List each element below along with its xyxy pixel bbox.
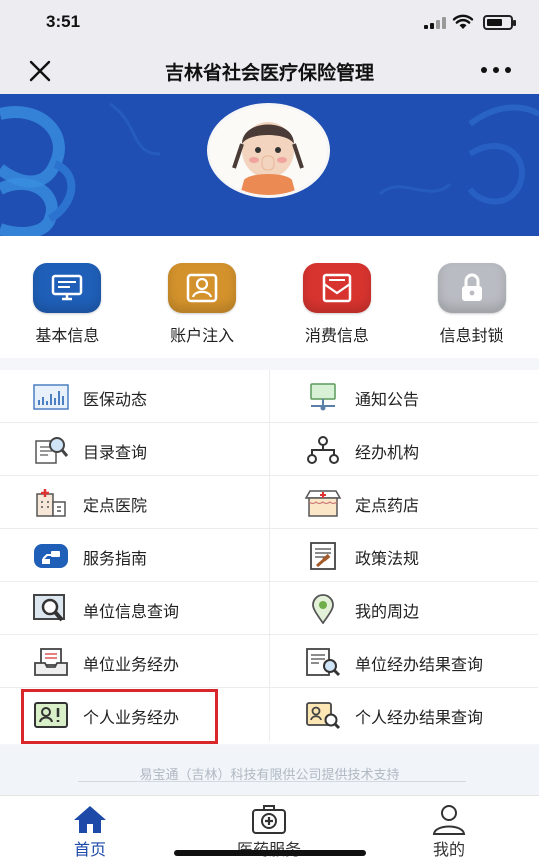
document-search-icon (32, 435, 70, 465)
menu-item-label: 单位经办结果查询 (355, 655, 484, 674)
tab-label: 首页 (73, 840, 106, 859)
footer: 易宝通（吉林）科技有限供公司提供技术支持 (0, 746, 539, 794)
bar-chart-icon (32, 382, 70, 412)
document-magnifier-icon (304, 647, 342, 677)
menu-item-agencies[interactable]: 经办机构 (269, 423, 538, 476)
menu-item-unit-result-search[interactable]: 单位经办结果查询 (269, 635, 538, 688)
menu-item-service-guide[interactable]: 服务指南 (0, 529, 269, 582)
person-search-icon (304, 700, 342, 730)
wifi-icon (452, 14, 474, 29)
user-icon (432, 805, 466, 835)
menu-item-personal-result-search[interactable]: 个人经办结果查询 (269, 688, 538, 741)
signal-icon (424, 17, 446, 29)
quick-action-label: 账户注入 (170, 326, 235, 345)
more-options-icon[interactable] (481, 60, 515, 80)
menu-item-label: 政策法规 (355, 549, 420, 568)
avatar[interactable] (207, 103, 330, 198)
menu-item-nearby[interactable]: 我的周边 (269, 582, 538, 635)
menu-item-label: 目录查询 (83, 443, 148, 462)
menu-item-notices[interactable]: 通知公告 (269, 370, 538, 423)
notice-board-icon (304, 382, 342, 412)
quick-action-basic-info[interactable]: 基本信息 (0, 236, 135, 358)
footer-divider (78, 781, 466, 782)
location-pin-icon (304, 594, 342, 624)
quick-action-label: 消费信息 (304, 326, 369, 345)
lock-icon (437, 263, 506, 313)
home-icon (74, 806, 106, 833)
menu-item-label: 我的周边 (355, 602, 420, 621)
battery-icon (483, 15, 516, 30)
highlight-box (21, 689, 218, 744)
org-tree-icon (304, 435, 342, 465)
person-card-icon (168, 263, 237, 313)
header-banner (0, 94, 539, 236)
quick-action-label: 基本信息 (35, 326, 100, 345)
menu-item-unit-business[interactable]: 单位业务经办 (0, 635, 269, 688)
pharmacy-icon (304, 488, 342, 518)
nav-bar: 吉林省社会医疗保险管理 (0, 46, 539, 94)
envelope-card-icon (302, 263, 371, 313)
menu-item-catalog-search[interactable]: 目录查询 (0, 423, 269, 476)
page-title: 吉林省社会医疗保险管理 (164, 62, 374, 84)
menu-item-unit-info-search[interactable]: 单位信息查询 (0, 582, 269, 635)
menu-item-policies[interactable]: 政策法规 (269, 529, 538, 582)
menu-item-designated-hospitals[interactable]: 定点医院 (0, 476, 269, 529)
menu-item-label: 经办机构 (355, 443, 420, 462)
quick-action-info-lock[interactable]: 信息封锁 (404, 236, 539, 358)
menu-item-label: 个人经办结果查询 (355, 708, 484, 727)
menu-item-label: 定点医院 (83, 496, 148, 515)
menu-item-label: 单位信息查询 (83, 602, 180, 621)
policy-document-icon (304, 541, 342, 571)
menu-item-label: 医保动态 (83, 390, 148, 409)
menu-item-label: 服务指南 (83, 549, 148, 568)
status-bar: 3:51 (0, 0, 539, 46)
menu-item-label: 定点药店 (355, 496, 420, 515)
menu-item-label: 单位业务经办 (83, 655, 180, 674)
menu-item-insurance-news[interactable]: 医保动态 (0, 370, 269, 423)
medical-kit-icon (252, 805, 286, 834)
avatar-girl-illustration (210, 106, 327, 195)
status-time: 3:51 (46, 12, 81, 31)
service-guide-icon (32, 541, 70, 571)
tab-label: 我的 (432, 840, 465, 859)
service-menu-grid: 医保动态 通知公告 目录查询 经办机构 定点医院 定点药店 服务指南 政策法规 … (0, 370, 539, 744)
hospital-icon (32, 488, 70, 518)
quick-actions: 基本信息 账户注入 消费信息 信息封锁 (0, 236, 539, 358)
menu-item-label: 通知公告 (355, 390, 420, 409)
quick-action-label: 信息封锁 (439, 326, 504, 345)
tab-label: 医药服务 (199, 836, 339, 860)
monitor-search-icon (32, 594, 70, 624)
monitor-icon (33, 263, 102, 313)
tab-me[interactable]: 我的 (379, 796, 519, 864)
quick-action-account-injection[interactable]: 账户注入 (135, 236, 270, 358)
quick-action-consumption-info[interactable]: 消费信息 (270, 236, 405, 358)
home-indicator (174, 850, 366, 856)
menu-item-designated-pharmacies[interactable]: 定点药店 (269, 476, 538, 529)
tab-home[interactable]: 首页 (20, 796, 160, 864)
inbox-tray-icon (32, 647, 70, 677)
